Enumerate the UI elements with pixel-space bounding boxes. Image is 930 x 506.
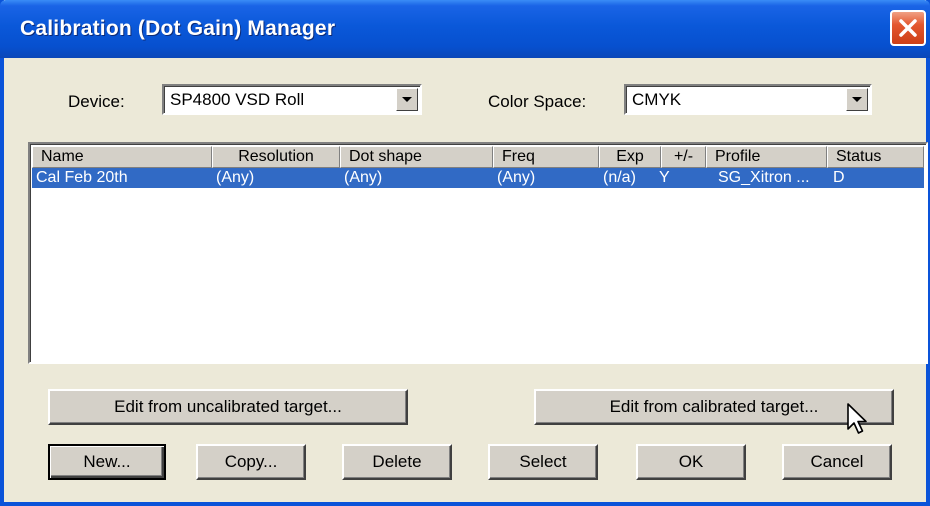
color-space-dropdown-button[interactable] <box>846 88 868 111</box>
column-header-dot-shape[interactable]: Dot shape <box>340 146 493 168</box>
color-space-label: Color Space: <box>488 92 587 111</box>
column-header-exp[interactable]: Exp <box>599 146 661 168</box>
row-name: Cal Feb 20th <box>36 169 128 186</box>
ok-button[interactable]: OK <box>636 444 746 480</box>
row-dot-shape: (Any) <box>344 169 383 186</box>
device-value: SP4800 VSD Roll <box>170 90 305 109</box>
device-dropdown-button[interactable] <box>396 88 418 111</box>
row-profile: SG_Xitron ... <box>718 169 810 186</box>
close-icon <box>899 19 917 37</box>
delete-button[interactable]: Delete <box>342 444 452 480</box>
column-header-resolution[interactable]: Resolution <box>212 146 340 168</box>
column-header-status[interactable]: Status <box>827 146 924 168</box>
mouse-pointer-icon <box>847 403 867 434</box>
new-button[interactable]: New... <box>48 444 166 480</box>
chevron-down-icon <box>402 97 412 102</box>
close-button[interactable] <box>890 10 926 46</box>
row-freq: (Any) <box>497 169 536 186</box>
title-bar[interactable]: Calibration (Dot Gain) Manager <box>0 0 930 58</box>
device-dropdown[interactable]: SP4800 VSD Roll <box>162 84 422 115</box>
device-label: Device: <box>68 92 125 111</box>
copy-button[interactable]: Copy... <box>196 444 306 480</box>
calibration-manager-dialog: Calibration (Dot Gain) Manager Device: S… <box>0 0 930 506</box>
row-status: D <box>833 169 845 186</box>
column-header-name[interactable]: Name <box>32 146 212 168</box>
cancel-button[interactable]: Cancel <box>782 444 892 480</box>
chevron-down-icon <box>852 97 862 102</box>
calibration-list[interactable]: Name Resolution Dot shape Freq Exp +/- P… <box>28 142 928 364</box>
edit-from-calibrated-button[interactable]: Edit from calibrated target... <box>534 389 894 425</box>
column-header-profile[interactable]: Profile <box>706 146 827 168</box>
window-title: Calibration (Dot Gain) Manager <box>20 17 336 40</box>
color-space-value: CMYK <box>632 90 682 109</box>
color-space-dropdown[interactable]: CMYK <box>624 84 872 115</box>
column-header-plus-minus[interactable]: +/- <box>661 146 706 168</box>
select-button[interactable]: Select <box>488 444 598 480</box>
column-header-freq[interactable]: Freq <box>493 146 599 168</box>
row-exp: (n/a) <box>603 169 636 186</box>
table-row[interactable]: Cal Feb 20th (Any) (Any) (Any) (n/a) Y S… <box>32 168 924 188</box>
row-plus-minus: Y <box>659 169 670 186</box>
edit-from-uncalibrated-button[interactable]: Edit from uncalibrated target... <box>48 389 408 425</box>
row-resolution: (Any) <box>216 169 255 186</box>
